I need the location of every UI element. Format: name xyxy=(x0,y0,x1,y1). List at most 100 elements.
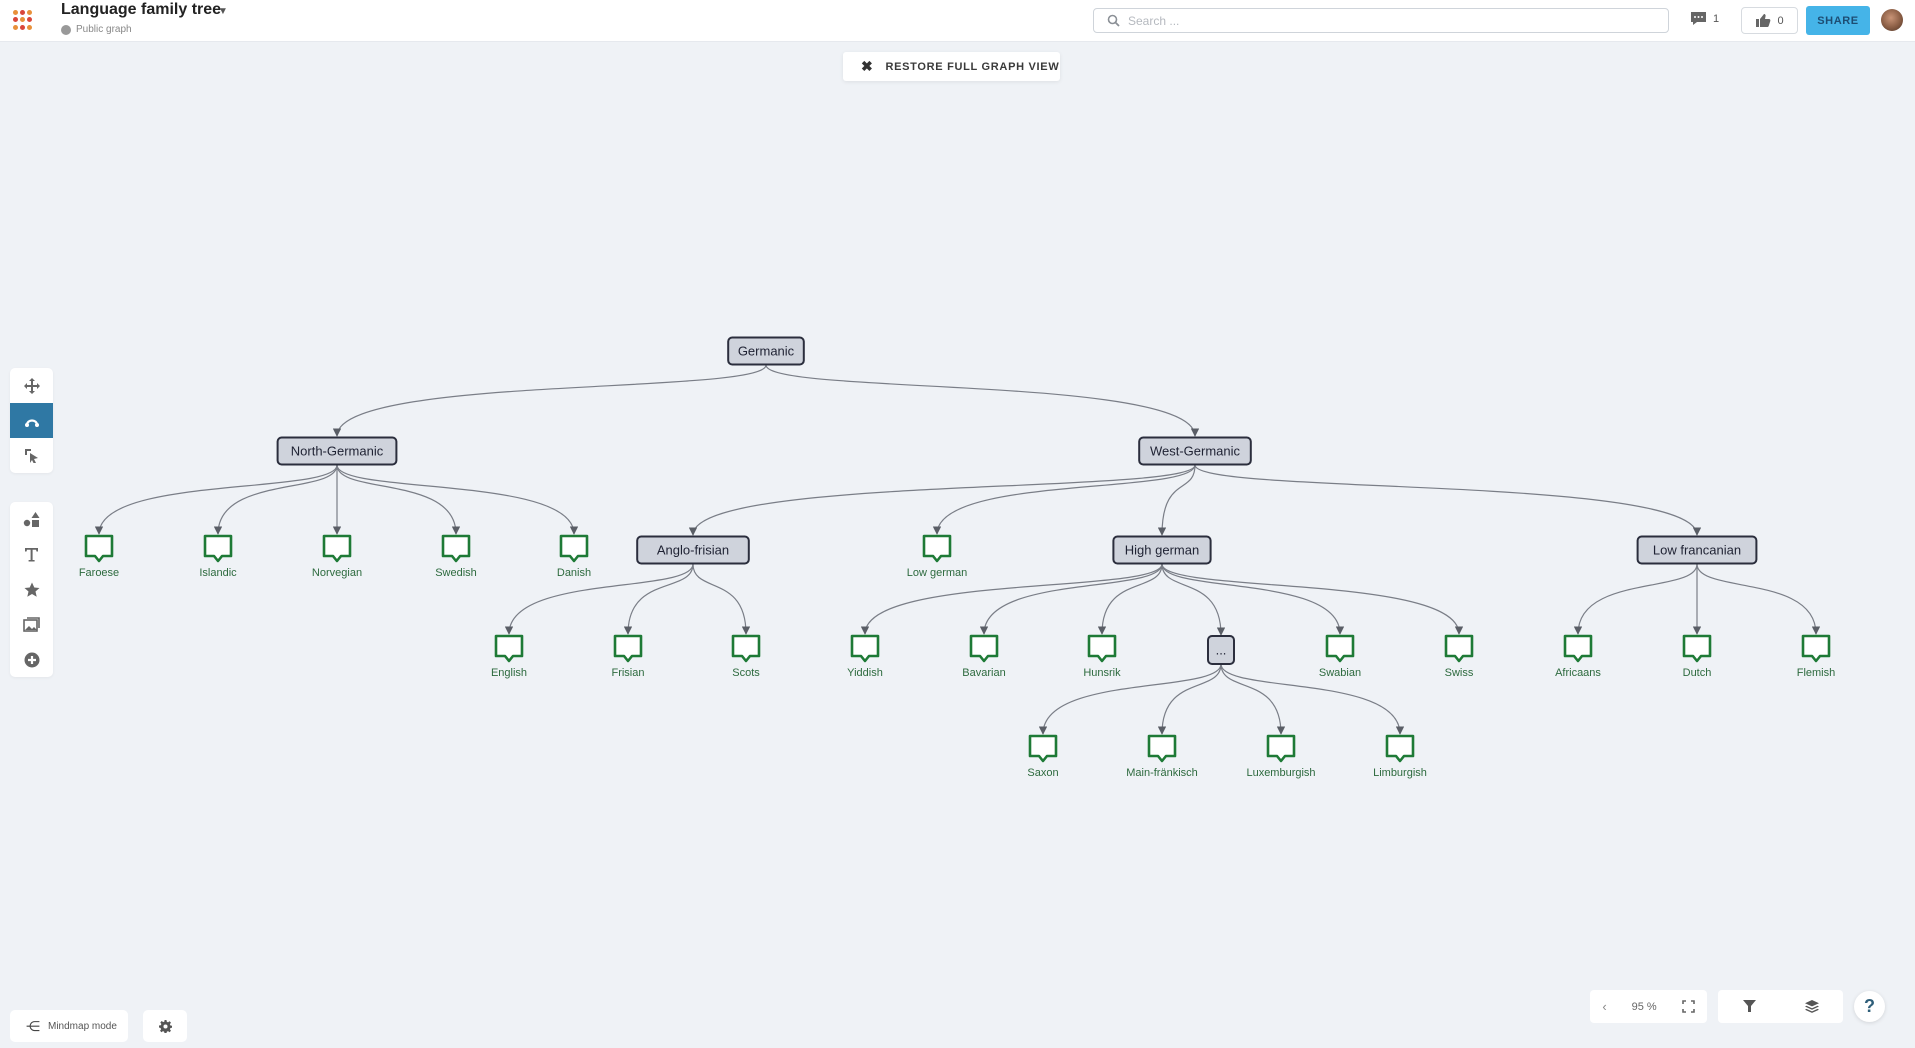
mindmap-label: Mindmap mode xyxy=(48,1020,117,1032)
node-label: North-Germanic xyxy=(291,444,384,459)
layers-icon[interactable] xyxy=(1804,1000,1819,1013)
node-label: High german xyxy=(1125,543,1199,558)
edge-more-luxemb[interactable] xyxy=(1220,663,1286,735)
speech-bubble-icon xyxy=(1385,734,1415,763)
leaf-node-flemish[interactable]: Flemish xyxy=(1797,634,1836,679)
leaf-node-norvegian[interactable]: Norvegian xyxy=(312,534,362,579)
edge-more-saxon[interactable] xyxy=(1038,663,1222,735)
group-node-more[interactable]: ... xyxy=(1207,635,1235,665)
edge-west-lowgerman[interactable] xyxy=(932,464,1196,535)
shapes-icon xyxy=(23,511,40,527)
edge-more-mainfrank[interactable] xyxy=(1157,663,1222,735)
edge-highgerman-swiss[interactable] xyxy=(1161,563,1464,635)
add-tool[interactable] xyxy=(10,642,53,677)
leaf-node-lowgerman[interactable]: Low german xyxy=(907,534,968,579)
edge-north-faroese[interactable] xyxy=(94,464,338,535)
node-label: Dutch xyxy=(1683,667,1712,679)
node-label: Yiddish xyxy=(847,667,883,679)
connect-tool[interactable] xyxy=(10,403,53,438)
node-label: Swabian xyxy=(1319,667,1361,679)
group-node-north[interactable]: North-Germanic xyxy=(276,436,398,466)
leaf-node-saxon[interactable]: Saxon xyxy=(1027,734,1059,779)
edge-west-lowfran[interactable] xyxy=(1194,464,1702,536)
edge-north-danish[interactable] xyxy=(336,464,579,535)
node-label: Norvegian xyxy=(312,567,362,579)
connect-icon xyxy=(24,418,39,427)
node-label: Low german xyxy=(907,567,968,579)
leaf-node-faroese[interactable]: Faroese xyxy=(79,534,119,579)
group-node-west[interactable]: West-Germanic xyxy=(1138,436,1252,466)
speech-bubble-icon xyxy=(1266,734,1296,763)
graph-canvas[interactable]: Germanic North-Germanic West-Germanic Faroe… xyxy=(0,0,1915,1048)
leaf-node-danish[interactable]: Danish xyxy=(557,534,591,579)
speech-bubble-icon xyxy=(1087,634,1117,663)
speech-bubble-icon xyxy=(203,534,233,563)
edge-germanic-west[interactable] xyxy=(765,364,1200,437)
leaf-node-scots[interactable]: Scots xyxy=(731,634,761,679)
zoom-level[interactable]: 95 % xyxy=(1632,1001,1657,1013)
collapse-chevron-icon[interactable]: ‹ xyxy=(1602,999,1606,1014)
node-label: Luxemburgish xyxy=(1246,767,1315,779)
edge-more-limburg[interactable] xyxy=(1220,663,1405,735)
zoom-controls: ‹ 95 % xyxy=(1590,990,1707,1023)
edge-highgerman-bavarian[interactable] xyxy=(979,563,1163,635)
node-label: Bavarian xyxy=(962,667,1005,679)
edge-north-swedish[interactable] xyxy=(336,464,461,535)
node-label: Saxon xyxy=(1027,767,1058,779)
restore-label: RESTORE FULL GRAPH VIEW xyxy=(885,60,1060,73)
favorites-tool[interactable] xyxy=(10,572,53,607)
leaf-node-luxemb[interactable]: Luxemburgish xyxy=(1246,734,1316,779)
group-node-highgerman[interactable]: High german xyxy=(1112,535,1212,565)
group-node-lowfran[interactable]: Low francanian xyxy=(1636,535,1758,565)
mindmap-mode-button[interactable]: ⋲ Mindmap mode xyxy=(10,1010,128,1042)
speech-bubble-icon xyxy=(1682,634,1712,663)
speech-bubble-icon xyxy=(1801,634,1831,663)
leaf-node-swabian[interactable]: Swabian xyxy=(1319,634,1361,679)
mindmap-icon: ⋲ xyxy=(26,1017,40,1034)
node-label: Main-fränkisch xyxy=(1126,767,1198,779)
speech-bubble-icon xyxy=(1325,634,1355,663)
leaf-node-africaans[interactable]: Africaans xyxy=(1555,634,1601,679)
text-tool[interactable] xyxy=(10,537,53,572)
move-tool[interactable] xyxy=(10,368,53,403)
leaf-node-hunsrik[interactable]: Hunsrik xyxy=(1083,634,1121,679)
leaf-node-dutch[interactable]: Dutch xyxy=(1682,634,1712,679)
select-tool[interactable] xyxy=(10,438,53,473)
node-label: Danish xyxy=(557,567,591,579)
tool-group-create xyxy=(10,502,53,677)
settings-button[interactable] xyxy=(143,1010,187,1042)
fit-screen-icon[interactable] xyxy=(1681,1000,1695,1013)
edge-west-anglo[interactable] xyxy=(688,464,1196,536)
leaf-node-yiddish[interactable]: Yiddish xyxy=(847,634,883,679)
group-node-germanic[interactable]: Germanic xyxy=(727,336,805,366)
edge-lowfran-flemish[interactable] xyxy=(1696,563,1821,635)
edge-germanic-north[interactable] xyxy=(332,364,767,437)
leaf-node-english[interactable]: English xyxy=(491,634,527,679)
edge-anglo-english[interactable] xyxy=(504,563,694,635)
edge-highgerman-more[interactable] xyxy=(1161,563,1226,636)
leaf-node-islandic[interactable]: Islandic xyxy=(199,534,237,579)
speech-bubble-icon xyxy=(1444,634,1474,663)
leaf-node-mainfrank[interactable]: Main-fränkisch xyxy=(1126,734,1198,779)
edge-north-islandic[interactable] xyxy=(213,464,338,535)
edge-highgerman-swabian[interactable] xyxy=(1161,563,1345,635)
edge-lowfran-africaans[interactable] xyxy=(1573,563,1698,635)
leaf-node-swedish[interactable]: Swedish xyxy=(435,534,477,579)
restore-full-graph-button[interactable]: ✖ RESTORE FULL GRAPH VIEW xyxy=(843,52,1060,81)
shapes-tool[interactable] xyxy=(10,502,53,537)
node-label: Limburgish xyxy=(1373,767,1427,779)
node-label: Swiss xyxy=(1445,667,1474,679)
edge-highgerman-hunsrik[interactable] xyxy=(1097,563,1163,635)
help-button[interactable]: ? xyxy=(1854,991,1885,1022)
node-label: West-Germanic xyxy=(1150,444,1241,459)
edge-anglo-scots[interactable] xyxy=(692,563,751,635)
filter-icon[interactable] xyxy=(1742,1000,1756,1013)
text-icon xyxy=(25,548,38,562)
group-node-anglo[interactable]: Anglo-frisian xyxy=(636,535,750,565)
image-tool[interactable] xyxy=(10,607,53,642)
leaf-node-swiss[interactable]: Swiss xyxy=(1444,634,1474,679)
leaf-node-frisian[interactable]: Frisian xyxy=(611,634,645,679)
leaf-node-limburg[interactable]: Limburgish xyxy=(1373,734,1427,779)
speech-bubble-icon xyxy=(850,634,880,663)
leaf-node-bavarian[interactable]: Bavarian xyxy=(962,634,1006,679)
